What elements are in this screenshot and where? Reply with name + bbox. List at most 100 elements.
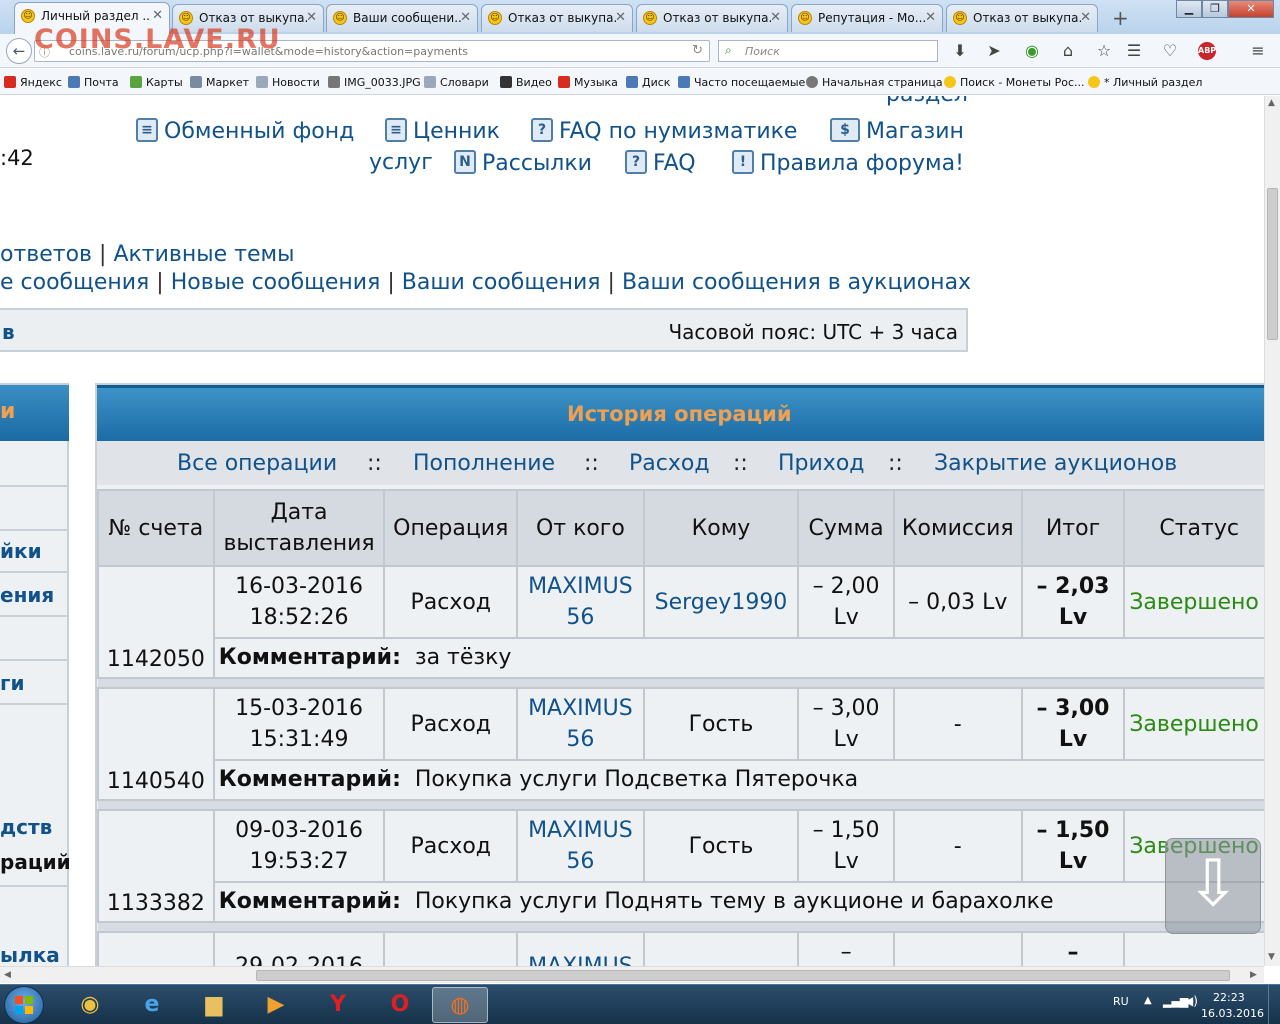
close-tab-icon[interactable]: ✕ [460, 10, 471, 25]
personal-section-link[interactable]: раздел [886, 96, 968, 107]
bookmarks-list-icon[interactable]: ☰ [1124, 41, 1144, 61]
tab-refusal-3[interactable]: ☺ Отказ от выкупа... ✕ [636, 4, 788, 32]
pocket-icon[interactable]: ♡ [1160, 41, 1180, 61]
side-item-operations-active[interactable]: раций [0, 850, 71, 874]
to-user-link[interactable]: Sergey1990 [642, 565, 800, 639]
clock-time[interactable]: 22:23 [1213, 991, 1245, 1004]
taskbar-app-eye-icon[interactable]: ◉ [62, 987, 118, 1023]
bookmark-coin-search[interactable]: Поиск - Монеты Рос... [944, 76, 1084, 89]
bookmark-personal-section[interactable]: * Личный раздел [1088, 76, 1202, 89]
bookmark-most-visited[interactable]: Часто посещаемые [678, 76, 805, 89]
vertical-scrollbar[interactable]: ▲ ▼ [1264, 96, 1280, 966]
maximize-button[interactable]: ❐ [1202, 0, 1228, 18]
comment-row: Комментарий: Покупка услуги Поднять тему… [98, 881, 1264, 923]
minimize-button[interactable]: ▁ [1176, 0, 1202, 18]
menu-icon[interactable]: ≡ [1248, 41, 1268, 61]
from-user-link[interactable]: MAXIMUS 56 [516, 809, 645, 883]
from-user-link[interactable]: MAXIMUS 56 [516, 565, 645, 639]
bookmark-dictionaries[interactable]: Словари [424, 76, 489, 89]
yandex-browser-icon[interactable]: Y [310, 987, 366, 1023]
scroll-down-arrow-icon[interactable]: ▼ [1268, 952, 1275, 962]
bookmark-disk[interactable]: Диск [626, 76, 670, 89]
adblock-icon[interactable]: ABP [1198, 42, 1216, 60]
close-tab-icon[interactable]: ✕ [770, 10, 781, 25]
scroll-up-arrow-icon[interactable]: ▲ [1268, 98, 1275, 108]
breadcrumb-fragment[interactable]: в [2, 320, 15, 344]
clock-date[interactable]: 16.03.2016 [1201, 1007, 1264, 1020]
bookmark-music[interactable]: Музыка [558, 76, 618, 89]
show-desktop-button[interactable] [1268, 985, 1280, 1024]
close-window-button[interactable]: ✕ [1228, 0, 1274, 18]
back-button[interactable]: ← [6, 38, 32, 64]
horizontal-scroll-thumb[interactable] [256, 970, 1230, 981]
from-user-link[interactable]: MAXIMUS 56 [516, 687, 645, 761]
new-tab-button[interactable]: + [1112, 6, 1129, 30]
bookmark-news[interactable]: Новости [256, 76, 320, 89]
reload-icon[interactable]: ↻ [692, 43, 703, 58]
addon-icon[interactable]: ◉ [1022, 41, 1042, 61]
bookmark-video[interactable]: Видео [500, 76, 552, 89]
bookmark-img[interactable]: IMG_0033.JPG [328, 76, 421, 89]
tab-reputation[interactable]: ☺ Репутация - Мо... ✕ [791, 4, 943, 32]
send-icon[interactable]: ➤ [984, 41, 1004, 61]
download-icon[interactable]: ⬇ [950, 41, 970, 61]
nav-exchange-fund[interactable]: ≡ Обменный фонд [136, 118, 354, 144]
your-posts-link[interactable]: Ваши сообщения [402, 270, 601, 295]
internet-explorer-icon[interactable]: e [124, 987, 180, 1023]
tab-your-posts[interactable]: ☺ Ваши сообщени... ✕ [326, 4, 478, 32]
file-explorer-icon[interactable]: ▆ [186, 987, 242, 1023]
filter-all[interactable]: Все операции [177, 451, 337, 476]
close-tab-icon[interactable]: ✕ [925, 10, 936, 25]
bookmark-yandex[interactable]: Яндекс [4, 76, 62, 89]
filter-auction-closings[interactable]: Закрытие аукционов [934, 451, 1177, 476]
nav-faq-numismatics[interactable]: ? FAQ по нумизматике [531, 118, 797, 144]
volume-icon[interactable]: ◀) [1184, 994, 1198, 1008]
side-item-services[interactable]: ги [0, 671, 24, 695]
close-tab-icon[interactable]: ✕ [306, 10, 317, 25]
nav-pricelist[interactable]: ≡ Ценник [385, 118, 500, 144]
bookmark-mail[interactable]: Почта [68, 76, 119, 89]
filter-deposit[interactable]: Пополнение [413, 451, 555, 476]
invoice-number [97, 931, 215, 966]
active-topics-link[interactable]: Активные темы [113, 242, 294, 267]
language-indicator[interactable]: RU [1113, 995, 1129, 1008]
filter-income[interactable]: Приход [778, 451, 865, 476]
search-box[interactable]: ⌕ Поиск [718, 40, 938, 62]
side-item-funds[interactable]: дств [0, 815, 52, 839]
nav-mailings[interactable]: N Рассылки [454, 150, 592, 176]
posts-link[interactable]: е сообщения [0, 270, 149, 295]
vertical-scroll-thumb[interactable] [1267, 188, 1278, 340]
opera-icon[interactable]: O [372, 987, 428, 1023]
new-posts-link[interactable]: Новые сообщения [171, 270, 381, 295]
bookmark-market[interactable]: Маркет [190, 76, 249, 89]
your-auction-posts-link[interactable]: Ваши сообщения в аукционах [622, 270, 971, 295]
nav-label: Обменный фонд [164, 119, 355, 144]
start-button[interactable] [4, 986, 44, 1024]
side-item-mailing[interactable]: ылка [0, 943, 60, 966]
tab-refusal-2[interactable]: ☺ Отказ от выкупа... ✕ [481, 4, 633, 32]
side-item-notifications[interactable]: ения [0, 583, 54, 607]
nav-shop[interactable]: $ Магазин [830, 118, 964, 144]
bookmark-home-page[interactable]: Начальная страница [806, 76, 943, 89]
tray-expand-icon[interactable]: ▲ [1144, 995, 1152, 1006]
nav-faq[interactable]: ? FAQ [625, 150, 696, 176]
firefox-icon[interactable]: ◍ [432, 987, 488, 1023]
nav-rules[interactable]: ! Правила форума! [732, 150, 964, 176]
unanswered-link[interactable]: ответов [0, 242, 92, 267]
bookmark-maps[interactable]: Карты [130, 76, 183, 89]
home-icon[interactable]: ⌂ [1058, 41, 1078, 61]
close-tab-icon[interactable]: ✕ [152, 8, 163, 23]
bookmark-star-icon[interactable]: ☆ [1094, 41, 1114, 61]
scroll-right-arrow-icon[interactable]: ▶ [1250, 970, 1257, 980]
close-tab-icon[interactable]: ✕ [615, 10, 626, 25]
scroll-down-button[interactable]: ⇩ [1165, 838, 1261, 934]
side-item-settings[interactable]: йки [0, 539, 42, 563]
media-player-icon[interactable]: ▶ [248, 987, 304, 1023]
close-tab-icon[interactable]: ✕ [1080, 10, 1091, 25]
from-user-link[interactable]: MAXIMUS [516, 931, 645, 966]
tab-refusal-4[interactable]: ☺ Отказ от выкупа... ✕ [946, 4, 1098, 32]
filter-expense[interactable]: Расход [629, 451, 710, 476]
scroll-left-arrow-icon[interactable]: ◀ [4, 970, 11, 980]
nav-services[interactable]: услуг [369, 150, 433, 175]
horizontal-scrollbar[interactable]: ◀ ▶ [0, 966, 1264, 983]
